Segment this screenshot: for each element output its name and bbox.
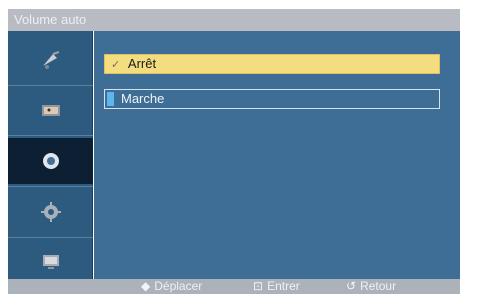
hint-move-label: Déplacer bbox=[154, 279, 203, 293]
menu-title: Volume auto bbox=[8, 9, 460, 31]
monitor-icon bbox=[42, 255, 59, 269]
hint-back: ↺ Retour bbox=[346, 279, 396, 294]
sidebar-item-setup[interactable] bbox=[8, 189, 93, 235]
osd-menu: Volume auto ✓ Arrêt Marche ◆ Déplacer ⊡ … bbox=[8, 9, 460, 294]
satellite-dish-icon bbox=[42, 51, 59, 69]
sidebar-divider bbox=[8, 135, 93, 136]
sidebar-divider bbox=[8, 85, 93, 86]
footer-hints: ◆ Déplacer ⊡ Entrer ↺ Retour bbox=[8, 279, 460, 294]
option-on-label: Marche bbox=[121, 91, 165, 106]
option-off[interactable]: ✓ Arrêt bbox=[104, 54, 440, 74]
return-icon: ↺ bbox=[346, 279, 357, 293]
hint-enter-label: Entrer bbox=[267, 279, 300, 293]
arrows-icon: ◆ bbox=[141, 279, 151, 293]
sidebar-divider bbox=[8, 237, 93, 238]
hint-enter: ⊡ Entrer bbox=[253, 279, 300, 294]
enter-icon: ⊡ bbox=[253, 279, 264, 293]
sidebar bbox=[8, 31, 93, 279]
options-panel: ✓ Arrêt Marche bbox=[94, 31, 460, 279]
check-icon: ✓ bbox=[111, 59, 121, 71]
hint-move: ◆ Déplacer bbox=[141, 279, 202, 294]
picture-frame-icon bbox=[41, 105, 60, 116]
speaker-circle-icon bbox=[42, 153, 59, 169]
sidebar-item-picture[interactable] bbox=[8, 87, 93, 133]
selection-marker bbox=[107, 92, 114, 106]
option-off-label: Arrêt bbox=[127, 56, 157, 71]
hint-back-label: Retour bbox=[360, 279, 397, 293]
sidebar-item-antenna[interactable] bbox=[8, 37, 93, 83]
sidebar-divider bbox=[8, 186, 93, 187]
gear-icon bbox=[40, 202, 61, 222]
option-on[interactable]: Marche bbox=[104, 89, 440, 109]
sidebar-item-sound[interactable] bbox=[8, 138, 93, 184]
